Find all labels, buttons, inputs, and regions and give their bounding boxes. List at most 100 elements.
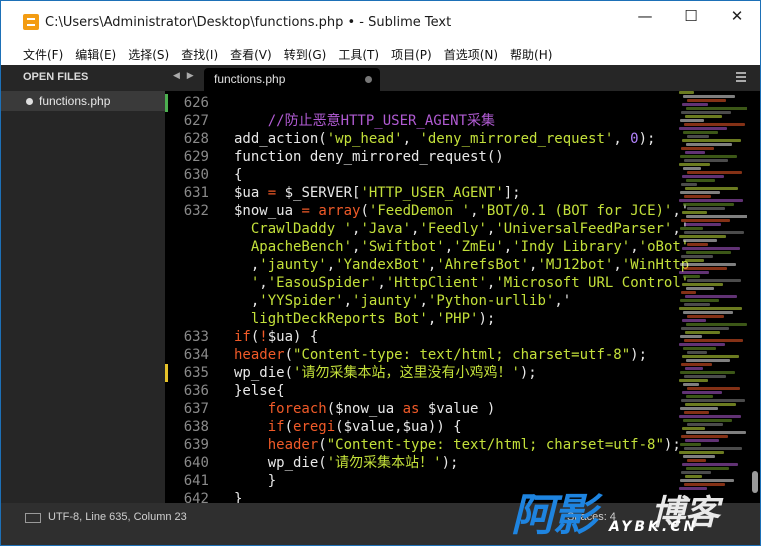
code-line: 627 //防止恶意HTTP_USER_AGENT采集 <box>165 112 689 130</box>
tab-functions-php[interactable]: functions.php <box>204 68 380 91</box>
minimap-line <box>681 435 728 438</box>
minimap-line <box>687 171 742 174</box>
minimap-line <box>680 119 704 122</box>
code-token: ( <box>284 419 294 435</box>
minimap-line <box>683 419 732 422</box>
code-token: $value ) <box>419 401 496 417</box>
code-token: 'jaunty' <box>259 257 327 273</box>
minimap-line <box>682 175 724 178</box>
menu-preferences[interactable]: 首选项(N) <box>438 46 504 63</box>
minimap-line <box>684 267 727 270</box>
code-token: 'AhrefsBot' <box>436 257 530 273</box>
menu-find[interactable]: 查找(I) <box>175 46 224 63</box>
code-line: 634 header("Content-type: text/html; char… <box>165 346 689 364</box>
minimap-line <box>687 207 725 210</box>
code-token: foreach <box>267 401 327 417</box>
watermark-domain: AYBK.CN <box>609 519 699 535</box>
sidebar-file-label: functions.php <box>39 94 111 108</box>
menu-tools[interactable]: 工具(T) <box>332 46 385 63</box>
minimap-line <box>679 451 724 454</box>
code-token: ' <box>234 275 260 291</box>
sidebar-file-functions-php[interactable]: functions.php <box>1 91 165 111</box>
minimap-line <box>682 463 738 466</box>
tab-nav-arrows-icon[interactable]: ◀ ▶ <box>173 71 196 81</box>
minimap-line <box>684 195 711 198</box>
minimap[interactable] <box>679 91 747 503</box>
minimap-line <box>683 131 718 134</box>
code-token: ($value,$ua)) { <box>335 419 462 435</box>
code-line: 640 wp_die('请勿采集本站！'); <box>165 454 689 472</box>
code-line: 635 wp_die('请勿采集本站，这里没有小鸡鸡！'); <box>165 364 689 382</box>
panel-toggle-icon[interactable] <box>25 513 41 523</box>
minimap-line <box>683 455 715 458</box>
code-token: ); <box>519 365 537 381</box>
minimap-line <box>682 391 722 394</box>
menu-goto[interactable]: 转到(G) <box>278 46 333 63</box>
tab-unsaved-dot-icon[interactable] <box>365 76 372 83</box>
minimap-line <box>681 291 696 294</box>
minimap-line <box>682 211 707 214</box>
code-line: 637 foreach($now_ua as $value ) <box>165 400 689 418</box>
code-token: , <box>419 293 428 309</box>
code-token: $ua <box>234 185 268 201</box>
minimap-line <box>687 423 723 426</box>
minimap-line <box>687 351 707 354</box>
minimap-line <box>685 295 737 298</box>
code-token: wp_die( <box>234 455 327 471</box>
code-token: 'UniversalFeedParser' <box>495 221 673 237</box>
minimap-line <box>680 227 703 230</box>
code-token: 'BOT/0.1 (BOT for JCE)' <box>478 203 673 219</box>
window-controls: — ☐ ✕ <box>622 1 760 31</box>
code-token: , <box>377 275 386 291</box>
code-token: } <box>234 473 277 489</box>
minimap-line <box>686 215 747 218</box>
minimap-line <box>680 299 719 302</box>
code-line: CrawlDaddy ','Java','Feedly','UniversalF… <box>165 220 689 238</box>
menu-edit[interactable]: 编辑(E) <box>69 46 122 63</box>
minimap-line <box>685 403 736 406</box>
code-token: , <box>630 239 639 255</box>
minimap-line <box>679 307 742 310</box>
code-token: ); <box>441 455 459 471</box>
code-lines: 626 627 //防止恶意HTTP_USER_AGENT采集 628 add_act… <box>165 94 690 503</box>
line-number: 635 <box>183 365 209 381</box>
minimap-line <box>679 379 708 382</box>
minimize-button[interactable]: — <box>622 1 668 31</box>
status-encoding-position: UTF-8, Line 635, Column 23 <box>48 511 187 523</box>
minimap-line <box>686 395 713 398</box>
menu-file[interactable]: 文件(F) <box>17 46 69 63</box>
minimap-line <box>686 251 731 254</box>
code-editor[interactable]: 626 627 //防止恶意HTTP_USER_AGENT采集 628 add_act… <box>165 91 760 503</box>
code-token: ); <box>638 131 656 147</box>
code-token: "Content-type: text/html; charset=utf-8" <box>326 437 664 453</box>
watermark-logo: 阿影 博客 AYBK.CN <box>511 479 751 545</box>
code-line: 626 <box>165 94 689 112</box>
minimap-line <box>680 335 702 338</box>
code-token: 'Swiftbot' <box>360 239 445 255</box>
menu-selection[interactable]: 选择(S) <box>122 46 175 63</box>
code-token: $ua) { <box>267 329 319 345</box>
title-bar: C:\Users\Administrator\Desktop\functions… <box>1 1 760 43</box>
tab-bar: ◀ ▶ functions.php <box>165 65 760 91</box>
minimap-line <box>681 147 714 150</box>
minimap-line <box>681 327 729 330</box>
code-token: , <box>613 257 622 273</box>
tab-overflow-menu-icon[interactable] <box>736 72 746 82</box>
menu-help[interactable]: 帮助(H) <box>504 46 558 63</box>
maximize-button[interactable]: ☐ <box>668 1 714 31</box>
minimap-line <box>685 475 702 478</box>
code-token: 'FeedDemon ' <box>368 203 471 219</box>
watermark-main: 阿影 <box>511 490 597 541</box>
menu-view[interactable]: 查看(V) <box>224 46 278 63</box>
menu-project[interactable]: 项目(P) <box>385 46 438 63</box>
close-button[interactable]: ✕ <box>714 1 760 31</box>
line-number: 642 <box>183 491 209 503</box>
code-token: header <box>234 347 285 363</box>
minimap-line <box>679 199 743 202</box>
code-token: //防止恶意HTTP_USER_AGENT采集 <box>267 113 496 129</box>
code-line: ApacheBench','Swiftbot','ZmEu','Indy Lib… <box>165 238 689 256</box>
minimap-line <box>679 91 694 94</box>
line-number: 633 <box>183 329 209 345</box>
vertical-scrollbar[interactable] <box>752 471 758 493</box>
code-token: , <box>326 257 336 273</box>
